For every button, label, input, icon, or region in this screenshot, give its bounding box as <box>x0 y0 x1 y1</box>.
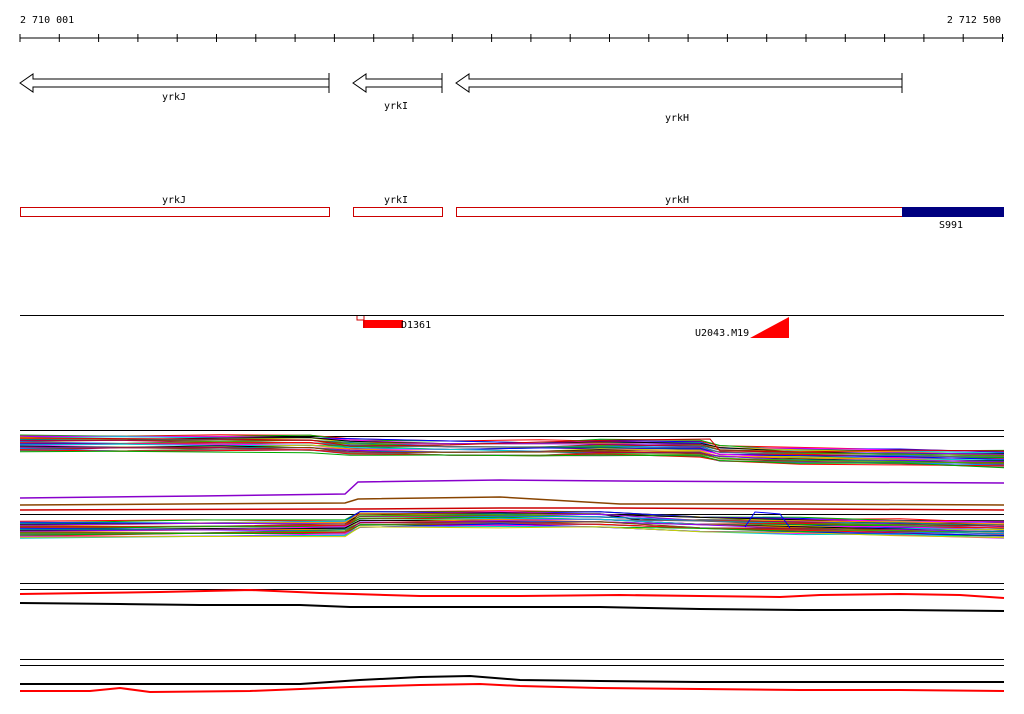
profile-track-4-red-line <box>20 682 1005 694</box>
gene-track[interactable]: yrkJ yrkI yrkH <box>19 73 903 124</box>
segment-s991-box[interactable] <box>902 207 1004 217</box>
profile-track-4 <box>20 659 1005 694</box>
coordinate-start-label: 2 710 001 <box>20 15 74 26</box>
profile-track-2-lines <box>19 479 1005 539</box>
profile-track-2 <box>19 479 1005 539</box>
gene-yrkj-arrow[interactable] <box>19 73 330 93</box>
coordinate-end-label: 2 712 500 <box>947 15 1001 26</box>
segment-yrkj-label: yrkJ <box>162 195 186 206</box>
profile-line <box>19 496 1005 506</box>
segment-yrki-box[interactable] <box>353 207 443 217</box>
segment-yrkj[interactable]: yrkJ <box>20 195 330 217</box>
segment-yrkj-box[interactable] <box>20 207 330 217</box>
genome-browser-view: 2 710 001 2 712 500 yrkJ yrkI yrkH yrkJ <box>19 15 1005 694</box>
gene-yrki-arrow[interactable] <box>352 73 443 93</box>
profile-line <box>19 479 1005 499</box>
feature-u2043[interactable]: U2043.M19 <box>695 317 789 339</box>
gene-yrkh-arrow[interactable] <box>455 73 903 93</box>
segment-s991-label: S991 <box>939 220 963 231</box>
profile-track-1-lines <box>19 434 1005 469</box>
gene-yrkj[interactable]: yrkJ <box>19 73 330 103</box>
feature-d1361-label: D1361 <box>401 320 431 331</box>
gene-yrkh-label: yrkH <box>665 113 689 124</box>
profile-track-1 <box>19 430 1005 469</box>
feature-d1361[interactable]: D1361 <box>356 316 431 331</box>
feature-u2043-label: U2043.M19 <box>695 328 749 339</box>
profile-track-3-red-line <box>19 588 1005 599</box>
profile-track-4-black-line <box>20 674 1004 685</box>
feature-d1361-bracket <box>356 316 365 321</box>
feature-track[interactable]: D1361 U2043.M19 <box>20 315 1004 340</box>
coordinate-ruler: 2 710 001 2 712 500 <box>19 15 1004 42</box>
gene-yrki-label: yrkI <box>384 101 408 112</box>
segment-yrkh-box[interactable] <box>456 207 903 217</box>
gene-yrkj-label: yrkJ <box>162 92 186 103</box>
feature-u2043-wedge[interactable] <box>750 317 789 338</box>
segment-yrkh-label: yrkH <box>665 195 689 206</box>
gene-yrki[interactable]: yrkI <box>352 73 443 112</box>
segment-yrki-label: yrkI <box>384 195 408 206</box>
segment-track[interactable]: yrkJ yrkI yrkH S991 <box>20 195 1005 231</box>
segment-s991[interactable]: S991 <box>902 207 1004 231</box>
profile-track-3-black-line <box>19 602 1005 612</box>
profile-line <box>19 507 1005 511</box>
segment-yrki[interactable]: yrkI <box>353 195 443 217</box>
gene-yrkh[interactable]: yrkH <box>455 73 903 124</box>
segment-yrkh[interactable]: yrkH <box>456 195 903 217</box>
profile-track-3 <box>19 583 1005 612</box>
feature-d1361-bar[interactable] <box>363 320 403 328</box>
